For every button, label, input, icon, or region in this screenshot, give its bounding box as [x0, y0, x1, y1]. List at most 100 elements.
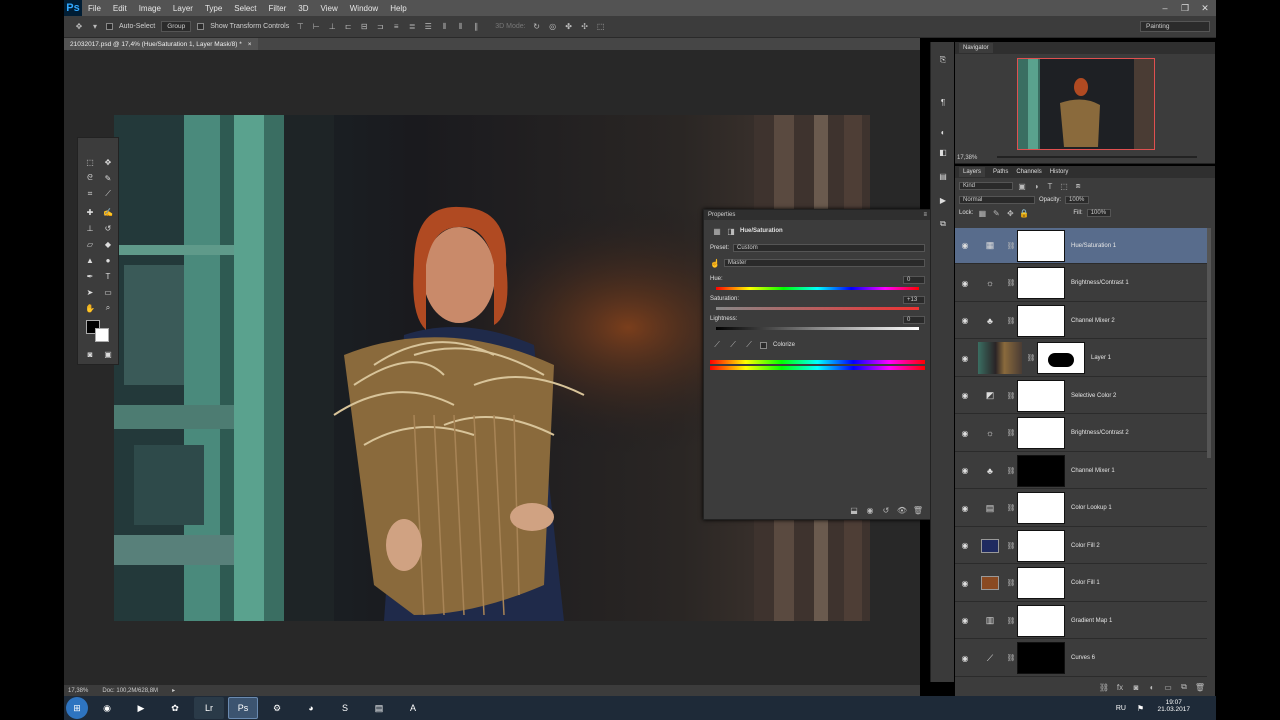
align-middle-icon[interactable]: ⊢ [311, 22, 321, 32]
paragraph-icon[interactable]: ¶ [936, 96, 950, 108]
layer-name[interactable]: Color Lookup 1 [1071, 505, 1112, 511]
layer-mask-thumbnail[interactable] [1017, 604, 1065, 637]
navigator-zoom[interactable]: 17,38% [957, 155, 977, 161]
layer-mask-thumbnail[interactable] [1017, 454, 1065, 487]
layer-row[interactable]: ◉ ⛓ Color Fill 1 [955, 566, 1207, 602]
folder-icon[interactable]: ▤ [364, 697, 394, 719]
visibility-eye-icon[interactable]: ◉ [955, 429, 975, 438]
filter-adjust-icon[interactable]: ◑ [1031, 181, 1041, 191]
add-mask-icon[interactable]: ◙ [1131, 682, 1141, 692]
layer-row[interactable]: ◉ ◩ ⛓ Selective Color 2 [955, 378, 1207, 414]
layer-name[interactable]: Channel Mixer 2 [1071, 318, 1115, 324]
distribute-right-icon[interactable]: ∥ [471, 22, 481, 32]
distribute-top-icon[interactable]: ≡ [391, 22, 401, 32]
clip-to-layer-icon[interactable]: ⬓ [849, 505, 859, 515]
window-switch-icon[interactable]: ▶ [126, 697, 156, 719]
navigator-tab[interactable]: Navigator [959, 43, 993, 53]
close-tab-icon[interactable]: × [248, 41, 252, 48]
navigator-zoom-slider[interactable] [997, 156, 1197, 158]
minimize-icon[interactable]: – [1156, 0, 1174, 16]
align-left-icon[interactable]: ⊏ [343, 22, 353, 32]
filter-shape-icon[interactable]: ⬚ [1059, 181, 1069, 191]
paint-bucket-icon[interactable]: ◆ [101, 238, 115, 250]
zoom-readout[interactable]: 17,38% [68, 688, 88, 694]
3d-scale-icon[interactable]: ⬚ [596, 22, 606, 32]
menu-filter[interactable]: Filter [263, 4, 293, 13]
lock-image-icon[interactable]: ✎ [991, 208, 1001, 218]
history-brush-icon[interactable]: ↺ [101, 222, 115, 234]
menu-file[interactable]: File [82, 4, 107, 13]
align-center-icon[interactable]: ⊟ [359, 22, 369, 32]
mask-link-icon[interactable]: ⛓ [1005, 429, 1017, 437]
chevron-down-icon[interactable]: ▾ [90, 22, 100, 32]
visibility-eye-icon[interactable]: ◉ [955, 504, 975, 513]
layers-scrollbar[interactable] [1207, 228, 1211, 458]
acrobat-icon[interactable]: A [398, 697, 428, 719]
link-layers-icon[interactable]: ⛓ [1099, 682, 1109, 692]
healing-brush-icon[interactable]: ✚ [83, 206, 97, 218]
distribute-bottom-icon[interactable]: ☰ [423, 22, 433, 32]
filter-pixel-icon[interactable]: ▣ [1017, 181, 1027, 191]
layer-row[interactable]: ◉ ♣ ⛓ Channel Mixer 2 [955, 303, 1207, 339]
eyedropper-icon[interactable]: ⟋ [712, 340, 722, 350]
align-right-icon[interactable]: ⊐ [375, 22, 385, 32]
history-icon[interactable]: ⎘ [936, 54, 950, 66]
visibility-eye-icon[interactable]: ◉ [955, 579, 975, 588]
layer-mask-thumbnail[interactable] [1017, 304, 1065, 337]
properties-header[interactable]: Properties ≡ [704, 210, 931, 220]
layer-mask-thumbnail[interactable] [1017, 267, 1065, 299]
eyedropper-plus-icon[interactable]: ⟋ [728, 340, 738, 350]
panel-menu-icon[interactable]: ≡ [923, 212, 927, 218]
visibility-eye-icon[interactable]: ◉ [955, 466, 975, 475]
tab-channels[interactable]: Channels [1016, 169, 1041, 175]
media-player-icon[interactable]: ◉ [92, 697, 122, 719]
status-menu-icon[interactable]: ▸ [172, 687, 175, 694]
actions-icon[interactable]: ▶ [936, 194, 950, 206]
language-indicator[interactable]: RU [1116, 705, 1126, 712]
saturation-input[interactable]: +13 [903, 296, 925, 304]
layer-name[interactable]: Brightness/Contrast 1 [1071, 280, 1129, 286]
layer-name[interactable]: Hue/Saturation 1 [1071, 243, 1116, 249]
visibility-eye-icon[interactable]: ◉ [955, 616, 975, 625]
filter-type-icon[interactable]: T [1045, 181, 1055, 191]
filter-smart-icon[interactable]: ⧈ [1073, 181, 1083, 191]
layer-mask-thumbnail[interactable] [1017, 492, 1065, 524]
eyedropper-icon[interactable]: ⟋ [101, 188, 115, 200]
dodge-tool-icon[interactable]: ● [101, 254, 115, 266]
layer-mask-thumbnail[interactable] [1017, 229, 1065, 262]
layer-name[interactable]: Layer 1 [1091, 355, 1111, 361]
hand-tool-icon[interactable]: ✋ [83, 302, 97, 314]
visibility-eye-icon[interactable]: ◉ [955, 654, 975, 663]
clock[interactable]: 19:07 21.03.2017 [1157, 699, 1190, 713]
group-select[interactable]: Group [161, 21, 192, 32]
menu-image[interactable]: Image [133, 4, 167, 13]
rectangle-tool-icon[interactable]: ▭ [101, 286, 115, 298]
layer-mask-thumbnail[interactable] [1037, 342, 1085, 374]
puzzle-app-icon[interactable]: ✿ [160, 697, 190, 719]
new-adjustment-icon[interactable]: ◐ [1147, 682, 1157, 692]
mask-link-icon[interactable]: ⛓ [1005, 467, 1017, 475]
mask-link-icon[interactable]: ⛓ [1005, 392, 1017, 400]
layer-mask-thumbnail[interactable] [1017, 642, 1065, 674]
layer-row[interactable]: ◉ ⛓ Layer 1 [955, 341, 1207, 377]
tab-layers[interactable]: Layers [959, 167, 986, 177]
crop-tool-icon[interactable]: ⌗ [83, 188, 97, 200]
mask-link-icon[interactable]: ⛓ [1005, 579, 1017, 587]
lightness-slider[interactable] [716, 327, 919, 330]
menu-window[interactable]: Window [344, 4, 384, 13]
mask-link-icon[interactable]: ⛓ [1005, 654, 1017, 662]
tab-history[interactable]: History [1050, 169, 1069, 175]
visibility-eye-icon[interactable]: ◉ [955, 316, 975, 325]
app-gear-icon[interactable]: ⚙ [262, 697, 292, 719]
lock-position-icon[interactable]: ✥ [1005, 208, 1015, 218]
visibility-eye-icon[interactable]: ◉ [955, 354, 975, 363]
menu-help[interactable]: Help [384, 4, 412, 13]
swatches-icon[interactable]: ◧ [936, 146, 950, 158]
layer-name[interactable]: Brightness/Contrast 2 [1071, 430, 1129, 436]
3d-drag-icon[interactable]: ✤ [564, 22, 574, 32]
screen-mode-icon[interactable]: ▣ [101, 348, 115, 360]
mask-link-icon[interactable]: ⛓ [1025, 354, 1037, 362]
distribute-left-icon[interactable]: ⦀ [439, 22, 449, 32]
mask-link-icon[interactable]: ⛓ [1005, 617, 1017, 625]
menu-type[interactable]: Type [199, 4, 228, 13]
